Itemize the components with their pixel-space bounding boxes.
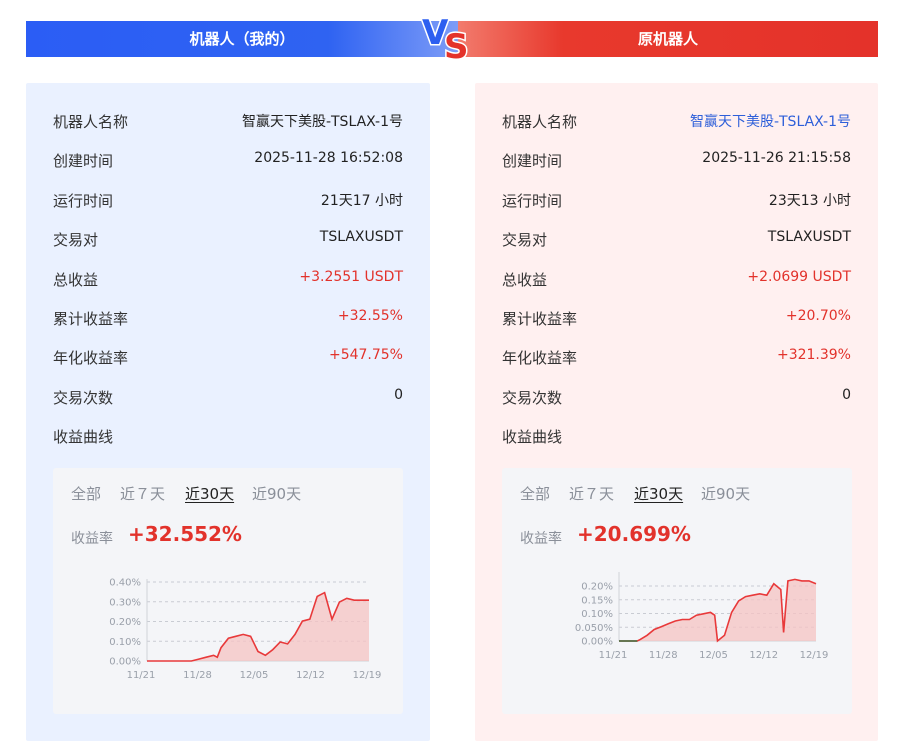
x-tick-label: 11/28 <box>649 650 678 661</box>
info-label: 机器人名称 <box>502 113 578 131</box>
profit-chart: 0.00% 0.10% 0.20% 0.30% 0.40% 11/21 11/28 12/05… <box>109 578 382 682</box>
info-label: 机器人名称 <box>53 113 129 131</box>
profit-chart: 0.00% 0.050% 0.10% 0.15% 0.20% 11/21 11/28 12/0… <box>575 572 829 661</box>
info-row: 年化收益率 +547.75% <box>53 347 403 367</box>
y-tick-label: 0.00% <box>581 637 613 648</box>
y-tick-label: 0.30% <box>109 597 141 608</box>
y-tick-label: 0.40% <box>109 578 141 589</box>
info-value: TSLAXUSDT <box>767 229 851 245</box>
info-value: TSLAXUSDT <box>319 229 403 245</box>
x-tick-label: 12/19 <box>800 650 829 661</box>
info-row: 运行时间 23天13 小时 <box>502 190 851 210</box>
info-label: 运行时间 <box>502 192 563 210</box>
info-value[interactable]: 智赢天下美股-TSLAX-1号 <box>690 111 851 131</box>
info-row: 累计收益率 +20.70% <box>502 308 851 328</box>
range-tab[interactable]: 全部 <box>71 483 101 504</box>
y-tick-label: 0.00% <box>109 657 141 668</box>
svg-text:S: S <box>444 27 469 66</box>
curve-section-label: 收益曲线 <box>53 426 403 446</box>
rate-label: 收益率 <box>71 531 113 547</box>
y-tick-label: 0.20% <box>581 582 613 593</box>
info-value: +3.2551 USDT <box>299 269 403 285</box>
y-tick-label: 0.15% <box>581 595 613 606</box>
profit-chart-card: 全部 近７天 近30天 近90天 收益率 +32.552% 0.00% 0.10% 0.2… <box>53 468 403 714</box>
info-value: +547.75% <box>328 347 403 363</box>
info-label: 创建时间 <box>502 152 563 170</box>
y-tick-label: 0.10% <box>109 637 141 648</box>
info-value: 2025-11-28 16:52:08 <box>254 150 403 166</box>
x-tick-label: 12/12 <box>296 670 325 681</box>
x-tick-label: 11/28 <box>183 670 212 681</box>
info-label: 运行时间 <box>53 192 114 210</box>
info-row: 交易次数 0 <box>53 387 403 407</box>
info-value: +321.39% <box>776 347 851 363</box>
info-row: 年化收益率 +321.39% <box>502 347 851 367</box>
y-tick-label: 0.20% <box>109 617 141 628</box>
info-row: 机器人名称 智赢天下美股-TSLAX-1号 <box>53 111 403 131</box>
info-row: 交易对 TSLAXUSDT <box>502 229 851 249</box>
range-tab[interactable]: 近90天 <box>701 483 750 504</box>
info-value: 2025-11-26 21:15:58 <box>702 150 851 166</box>
y-tick-label: 0.050% <box>575 623 613 634</box>
profit-area <box>619 579 816 641</box>
curve-label: 收益曲线 <box>502 428 563 446</box>
info-label: 交易对 <box>502 231 548 249</box>
info-row: 机器人名称 智赢天下美股-TSLAX-1号 <box>502 111 851 131</box>
range-tab[interactable]: 近７天 <box>569 483 614 504</box>
info-row: 总收益 +3.2551 USDT <box>53 269 403 289</box>
info-row: 交易对 TSLAXUSDT <box>53 229 403 249</box>
info-label: 总收益 <box>53 271 99 289</box>
info-value: 21天17 小时 <box>320 193 403 209</box>
info-row: 累计收益率 +32.55% <box>53 308 403 328</box>
y-tick-label: 0.10% <box>581 609 613 620</box>
info-label: 创建时间 <box>53 152 114 170</box>
info-row: 总收益 +2.0699 USDT <box>502 269 851 289</box>
info-row: 创建时间 2025-11-26 21:15:58 <box>502 150 851 170</box>
vs-icon: V S <box>421 12 471 67</box>
info-label: 总收益 <box>502 271 548 289</box>
info-value: +32.55% <box>337 308 403 324</box>
range-tab[interactable]: 近30天 <box>185 483 234 504</box>
info-value: 0 <box>394 387 403 403</box>
range-tab[interactable]: 全部 <box>520 483 550 504</box>
original-robot-title: 原机器人 <box>637 30 698 48</box>
my-robot-title: 机器人（我的） <box>189 30 295 48</box>
x-tick-label: 12/19 <box>353 670 382 681</box>
range-tab[interactable]: 近90天 <box>252 483 301 504</box>
info-label: 累计收益率 <box>53 310 129 328</box>
x-tick-label: 12/05 <box>240 670 269 681</box>
my-robot-header: 机器人（我的） <box>26 21 458 57</box>
curve-label: 收益曲线 <box>53 428 114 446</box>
rate-value: +32.552% <box>128 522 242 546</box>
info-value: 智赢天下美股-TSLAX-1号 <box>241 114 403 130</box>
info-label: 交易次数 <box>502 389 563 407</box>
x-tick-label: 12/12 <box>749 650 778 661</box>
info-label: 交易对 <box>53 231 99 249</box>
info-label: 累计收益率 <box>502 310 578 328</box>
my-robot-panel: 机器人名称 智赢天下美股-TSLAX-1号创建时间 2025-11-28 16:52… <box>26 83 430 741</box>
range-tab[interactable]: 近７天 <box>120 483 165 504</box>
curve-section-label: 收益曲线 <box>502 426 851 446</box>
info-label: 年化收益率 <box>502 349 578 367</box>
x-tick-label: 12/05 <box>699 650 728 661</box>
x-tick-label: 11/21 <box>599 650 628 661</box>
rate-label: 收益率 <box>520 531 562 547</box>
profit-chart-card: 全部 近７天 近30天 近90天 收益率 +20.699% 0.00% 0.050% 0.… <box>502 468 852 714</box>
x-tick-label: 11/21 <box>127 670 156 681</box>
original-robot-panel: 机器人名称 智赢天下美股-TSLAX-1号创建时间 2025-11-26 21:15… <box>475 83 878 741</box>
info-row: 交易次数 0 <box>502 387 851 407</box>
original-robot-header: 原机器人 <box>458 21 878 57</box>
info-value: +20.70% <box>785 308 851 324</box>
info-row: 运行时间 21天17 小时 <box>53 190 403 210</box>
info-value: +2.0699 USDT <box>747 269 851 285</box>
info-row: 创建时间 2025-11-28 16:52:08 <box>53 150 403 170</box>
info-value: 0 <box>842 387 851 403</box>
range-tab[interactable]: 近30天 <box>634 483 683 504</box>
info-label: 年化收益率 <box>53 349 129 367</box>
info-value: 23天13 小时 <box>768 193 851 209</box>
info-label: 交易次数 <box>53 389 114 407</box>
rate-value: +20.699% <box>577 522 691 546</box>
